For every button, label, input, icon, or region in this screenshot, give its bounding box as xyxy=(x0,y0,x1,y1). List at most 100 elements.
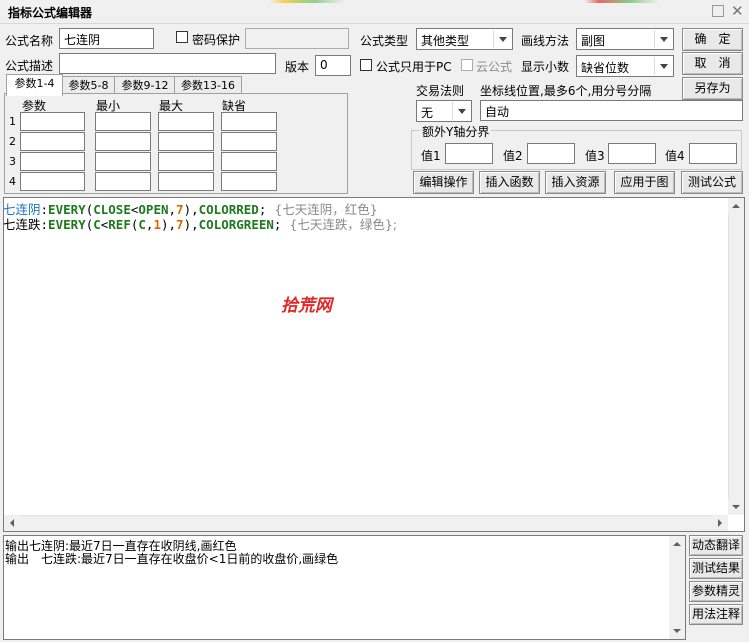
y-value-4-input[interactable] xyxy=(689,143,737,164)
apply-to-chart-button[interactable]: 应用于图 xyxy=(614,171,675,194)
chevron-down-icon xyxy=(452,102,470,120)
param-4-min[interactable] xyxy=(95,172,151,191)
pc-only-checkbox[interactable] xyxy=(360,59,372,71)
param-2-min[interactable] xyxy=(95,132,151,151)
test-result-button[interactable]: 测试结果 xyxy=(689,558,743,579)
cancel-button[interactable]: 取 消 xyxy=(682,52,743,75)
code-token: ) xyxy=(183,217,192,232)
password-protect-checkbox[interactable] xyxy=(176,31,188,43)
formula-desc-label: 公式描述 xyxy=(5,59,54,73)
decimals-value: 缺省位数 xyxy=(581,61,630,75)
scroll-up-icon[interactable] xyxy=(728,198,744,214)
code-token: 7 xyxy=(176,217,184,232)
decimals-select[interactable]: 缺省位数 xyxy=(576,55,674,77)
title-bar xyxy=(0,0,749,24)
watermark-text: 拾荒网 xyxy=(281,296,332,316)
code-token: : xyxy=(40,217,49,232)
scroll-down-icon[interactable] xyxy=(728,499,744,515)
param-2-max[interactable] xyxy=(158,132,214,151)
version-label: 版本 xyxy=(285,60,310,74)
cloud-formula-label: 云公式 xyxy=(476,60,513,74)
param-4-name[interactable] xyxy=(20,172,85,191)
tab-params-1-4[interactable]: 参数1-4 xyxy=(6,74,63,96)
param-wizard-button[interactable]: 参数精灵 xyxy=(689,581,743,602)
param-4-max[interactable] xyxy=(158,172,214,191)
trade-rule-value: 无 xyxy=(421,106,434,120)
editor-horizontal-scrollbar[interactable] xyxy=(4,515,728,531)
save-as-button[interactable]: 另存为 xyxy=(682,77,743,100)
editor-vertical-scrollbar[interactable] xyxy=(728,198,744,515)
output-name: 七连跌 xyxy=(3,217,41,232)
formula-type-label: 公式类型 xyxy=(360,34,409,48)
y-value-3-label: 值3 xyxy=(585,149,605,163)
coord-line-input[interactable]: 自动 xyxy=(480,100,743,121)
pc-only-label: 公式只用于PC xyxy=(376,60,452,74)
param-row-index: 1 xyxy=(9,115,16,128)
test-formula-button[interactable]: 测试公式 xyxy=(681,171,743,194)
insert-function-button[interactable]: 插入函数 xyxy=(479,171,540,194)
param-3-default[interactable] xyxy=(221,152,277,171)
top-color-stripe xyxy=(0,0,749,3)
dynamic-translate-button[interactable]: 动态翻译 xyxy=(689,535,743,556)
code-token: EVERY xyxy=(48,217,86,232)
param-1-min[interactable] xyxy=(95,112,151,131)
draw-method-label: 画线方法 xyxy=(521,34,570,48)
formula-name-input[interactable]: 七连阴 xyxy=(59,28,154,49)
formula-desc-input[interactable] xyxy=(59,53,276,74)
y-value-3-input[interactable] xyxy=(608,143,656,164)
param-3-name[interactable] xyxy=(20,152,85,171)
scroll-left-icon[interactable] xyxy=(4,515,20,531)
scroll-up-icon[interactable] xyxy=(669,536,685,552)
code-token: COLORGREEN xyxy=(198,217,274,232)
code-token: REF xyxy=(108,217,131,232)
code-line-2: 七连跌:EVERY(C<REF(C,1),7),COLORGREEN; {七天连… xyxy=(3,214,397,233)
param-1-name[interactable] xyxy=(20,112,85,131)
close-icon[interactable]: ✕ xyxy=(731,2,744,20)
ok-button[interactable]: 确 定 xyxy=(682,28,743,51)
param-3-max[interactable] xyxy=(158,152,214,171)
draw-method-select[interactable]: 副图 xyxy=(576,28,674,50)
param-4-default[interactable] xyxy=(221,172,277,191)
param-row-index: 4 xyxy=(9,175,16,188)
maximize-icon[interactable] xyxy=(712,5,724,17)
param-1-max[interactable] xyxy=(158,112,214,131)
y-value-2-input[interactable] xyxy=(527,143,575,164)
code-token: C xyxy=(93,217,101,232)
cloud-formula-checkbox[interactable] xyxy=(461,59,473,71)
y-value-2-label: 值2 xyxy=(503,149,523,163)
param-row-index: 3 xyxy=(9,155,16,168)
trade-rule-select[interactable]: 无 xyxy=(416,100,472,122)
version-input[interactable]: 0 xyxy=(315,55,351,76)
param-2-name[interactable] xyxy=(20,132,85,151)
code-token: 1 xyxy=(153,217,161,232)
coord-line-label: 坐标线位置,最多6个,用分号分隔 xyxy=(480,84,652,98)
code-token: ) xyxy=(160,217,169,232)
param-1-default[interactable] xyxy=(221,112,277,131)
code-token: , xyxy=(191,217,199,232)
code-editor[interactable] xyxy=(3,197,745,532)
formula-type-select[interactable]: 其他类型 xyxy=(416,28,513,50)
y-value-1-input[interactable] xyxy=(445,143,493,164)
extra-y-axis-label: 额外Y轴分界 xyxy=(420,123,492,140)
usage-notes-button[interactable]: 用法注释 xyxy=(689,604,743,625)
formula-name-label: 公式名称 xyxy=(5,34,54,48)
formula-type-value: 其他类型 xyxy=(421,34,470,48)
scroll-right-icon[interactable] xyxy=(712,515,728,531)
password-protect-label: 密码保护 xyxy=(192,33,241,47)
y-value-1-label: 值1 xyxy=(421,149,441,163)
password-input[interactable] xyxy=(245,28,349,49)
code-token: C xyxy=(138,217,146,232)
insert-resource-button[interactable]: 插入资源 xyxy=(545,171,606,194)
edit-operation-button[interactable]: 编辑操作 xyxy=(413,171,474,194)
trade-rule-label: 交易法则 xyxy=(416,84,465,98)
param-row-index: 2 xyxy=(9,135,16,148)
scroll-down-icon[interactable] xyxy=(669,623,685,639)
chevron-down-icon xyxy=(654,30,672,48)
chevron-down-icon xyxy=(493,30,511,48)
window-title: 指标公式编辑器 xyxy=(8,6,93,20)
y-value-4-label: 值4 xyxy=(665,149,685,163)
param-2-default[interactable] xyxy=(221,132,277,151)
output-line-2: 输出 七连跌:最近7日一直存在收盘价<1日前的收盘价,画绿色 xyxy=(5,552,339,566)
param-3-min[interactable] xyxy=(95,152,151,171)
code-comment: {七天连跌，绿色}; xyxy=(281,217,398,232)
